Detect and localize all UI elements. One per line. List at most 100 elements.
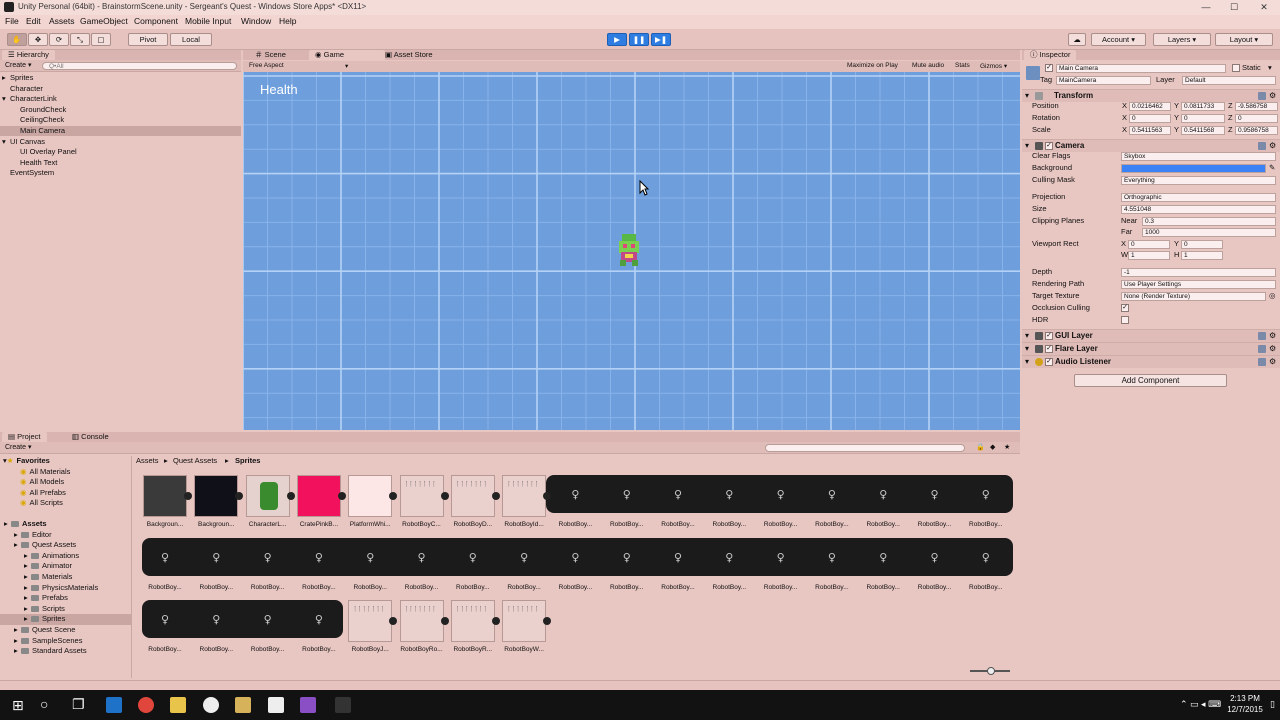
viewport-w-field[interactable]: 1 xyxy=(1128,251,1170,260)
viewport-y-field[interactable]: 0 xyxy=(1181,240,1223,249)
rect-tool-button[interactable]: ▢ xyxy=(91,33,111,46)
console-app-icon[interactable] xyxy=(335,697,351,713)
static-checkbox[interactable] xyxy=(1232,64,1240,72)
culling-mask-dropdown[interactable]: Everything xyxy=(1121,176,1276,185)
expand-sprite-button[interactable] xyxy=(286,492,295,500)
xbox-icon[interactable] xyxy=(203,697,219,713)
asset-item[interactable]: ᛙᛙᛙᛙᛙᛙᛙ RobotBoyC... xyxy=(399,475,449,528)
expand-sprite-button[interactable] xyxy=(440,617,449,625)
asset-item[interactable]: ᛙᛙᛙᛙᛙᛙᛙ RobotBoyW... xyxy=(502,600,552,653)
folder-tree-item[interactable]: ▸ Editor xyxy=(0,530,131,541)
folder-tree-item[interactable]: ▸ Animations xyxy=(0,551,131,562)
rotation-z-field[interactable]: 0 xyxy=(1235,114,1278,123)
task-view-icon[interactable]: ❐ xyxy=(72,696,85,713)
flare-layer-checkbox[interactable]: ✓ xyxy=(1045,345,1053,353)
maximize-on-play-toggle[interactable]: Maximize on Play xyxy=(847,62,898,69)
camera-enabled-checkbox[interactable]: ✓ xyxy=(1045,142,1053,150)
layer-dropdown[interactable]: Default xyxy=(1182,76,1276,85)
project-create-button[interactable]: Create ▾ xyxy=(5,443,31,451)
object-picker-icon[interactable]: ◎ xyxy=(1269,291,1276,301)
expand-sprite-button[interactable] xyxy=(543,617,552,625)
asset-item[interactable]: ♀ RobotBoy... xyxy=(246,538,290,591)
help-icon[interactable] xyxy=(1258,142,1266,150)
asset-item[interactable]: ♀ RobotBoy... xyxy=(964,538,1008,591)
rendering-path-dropdown[interactable]: Use Player Settings xyxy=(1121,280,1276,289)
scale-y-field[interactable]: 0.5411568 xyxy=(1181,126,1225,135)
menu-window[interactable]: Window xyxy=(241,16,271,26)
mute-audio-toggle[interactable]: Mute audio xyxy=(912,62,944,69)
layers-dropdown[interactable]: Layers ▾ xyxy=(1153,33,1211,46)
folder-tree-item[interactable]: ▸ Quest Assets xyxy=(0,540,131,551)
asset-item[interactable]: ♀ RobotBoy... xyxy=(143,538,187,591)
windows-start-icon[interactable]: ⊞ xyxy=(12,697,24,714)
tab-project[interactable]: ▤ Project xyxy=(2,432,47,442)
hand-tool-button[interactable]: ✋ xyxy=(7,33,27,46)
project-search-input[interactable] xyxy=(765,443,965,452)
maximize-button[interactable]: ☐ xyxy=(1220,0,1248,15)
asset-item[interactable]: ♀ RobotBoy... xyxy=(502,538,546,591)
asset-item[interactable]: PlatformWhi... xyxy=(348,475,398,528)
asset-item[interactable]: Backgroun... xyxy=(194,475,244,528)
hierarchy-item[interactable]: ▸ Sprites xyxy=(0,73,241,83)
hierarchy-item[interactable]: Health Text xyxy=(0,158,241,168)
folder-tree-item[interactable]: ▸ Quest Scene xyxy=(0,625,131,636)
asset-item[interactable]: ♀ RobotBoy... xyxy=(348,538,392,591)
unity-taskbar-icon[interactable] xyxy=(268,697,284,713)
favorite-item[interactable]: ◉ All Scripts xyxy=(20,498,63,509)
expand-sprite-button[interactable] xyxy=(337,492,346,500)
favorite-item[interactable]: ◉ All Materials xyxy=(20,467,70,478)
hierarchy-item[interactable]: CeilingCheck xyxy=(0,115,241,125)
layout-dropdown[interactable]: Layout ▾ xyxy=(1215,33,1273,46)
active-checkbox[interactable]: ✓ xyxy=(1045,64,1053,72)
asset-item[interactable]: ♀ RobotBoy... xyxy=(656,475,700,528)
gear-icon[interactable]: ⚙ xyxy=(1269,140,1276,152)
position-z-field[interactable]: -9.586758 xyxy=(1235,102,1278,111)
notifications-icon[interactable]: ▯ xyxy=(1270,699,1275,710)
search-icon[interactable]: ○ xyxy=(40,696,48,712)
edge-browser-icon[interactable] xyxy=(106,697,122,713)
gizmos-dropdown[interactable]: Gizmos ▾ xyxy=(980,62,1007,70)
hdr-checkbox[interactable] xyxy=(1121,316,1129,324)
object-name-field[interactable]: Main Camera xyxy=(1056,64,1226,73)
occlusion-culling-checkbox[interactable]: ✓ xyxy=(1121,304,1129,312)
pause-button[interactable]: ❚❚ xyxy=(629,33,649,46)
slider-thumb[interactable] xyxy=(987,667,995,675)
help-icon[interactable] xyxy=(1258,92,1266,100)
scale-tool-button[interactable]: ⤡ xyxy=(70,33,90,46)
asset-item[interactable]: ♀ RobotBoy... xyxy=(143,600,187,653)
minimize-button[interactable]: — xyxy=(1192,0,1220,15)
hierarchy-create-button[interactable]: Create ▾ xyxy=(5,61,31,69)
folder-tree-item[interactable]: ▸ Scripts xyxy=(0,604,131,615)
asset-item[interactable]: Backgroun... xyxy=(143,475,192,528)
asset-item[interactable]: ♀ RobotBoy... xyxy=(759,475,803,528)
rotate-tool-button[interactable]: ⟳ xyxy=(49,33,69,46)
lock-icon[interactable]: 🔒 xyxy=(976,443,985,451)
tab-asset-store[interactable]: ▣ Asset Store xyxy=(379,50,439,60)
add-component-button[interactable]: Add Component xyxy=(1074,374,1227,387)
favorites-header[interactable]: ▾★ Favorites xyxy=(3,456,50,467)
dropdown-arrow-icon[interactable]: ▾ xyxy=(1268,63,1272,73)
folder-tree-item[interactable]: ▸ Sprites xyxy=(0,614,131,625)
folder-tree-item[interactable]: ▸ Assets xyxy=(0,519,131,530)
menu-component[interactable]: Component xyxy=(134,16,178,26)
flare-layer-header[interactable]: ▾ ✓ Flare Layer ⚙ xyxy=(1022,342,1280,355)
asset-item[interactable]: ᛙᛙᛙᛙᛙᛙᛙ RobotBoyRo... xyxy=(399,600,449,653)
position-x-field[interactable]: 0.0216462 xyxy=(1129,102,1171,111)
gui-layer-checkbox[interactable]: ✓ xyxy=(1045,332,1053,340)
asset-item[interactable]: ♀ RobotBoy... xyxy=(605,475,649,528)
expand-sprite-button[interactable] xyxy=(235,492,244,500)
asset-item[interactable]: ♀ RobotBoy... xyxy=(913,538,957,591)
chrome-icon[interactable] xyxy=(138,697,154,713)
asset-item[interactable]: ᛙᛙᛙᛙᛙᛙᛙ RobotBoyD... xyxy=(450,475,500,528)
folder-tree-item[interactable]: ▸ Materials xyxy=(0,572,131,583)
expand-arrow-icon[interactable]: ▸ xyxy=(2,73,10,83)
hierarchy-item[interactable]: Character xyxy=(0,84,241,94)
label-filter-icon[interactable]: ◆ xyxy=(990,443,995,451)
asset-item[interactable]: ᛙᛙᛙᛙᛙᛙᛙ RobotBoyId... xyxy=(502,475,552,528)
audio-listener-checkbox[interactable]: ✓ xyxy=(1045,358,1053,366)
expand-sprite-button[interactable] xyxy=(184,492,192,500)
asset-item[interactable]: ♀ RobotBoy... xyxy=(964,475,1008,528)
hierarchy-item[interactable]: EventSystem xyxy=(0,168,241,178)
gui-layer-header[interactable]: ▾ ✓ GUI Layer ⚙ xyxy=(1022,329,1280,342)
expand-sprite-button[interactable] xyxy=(389,492,398,500)
